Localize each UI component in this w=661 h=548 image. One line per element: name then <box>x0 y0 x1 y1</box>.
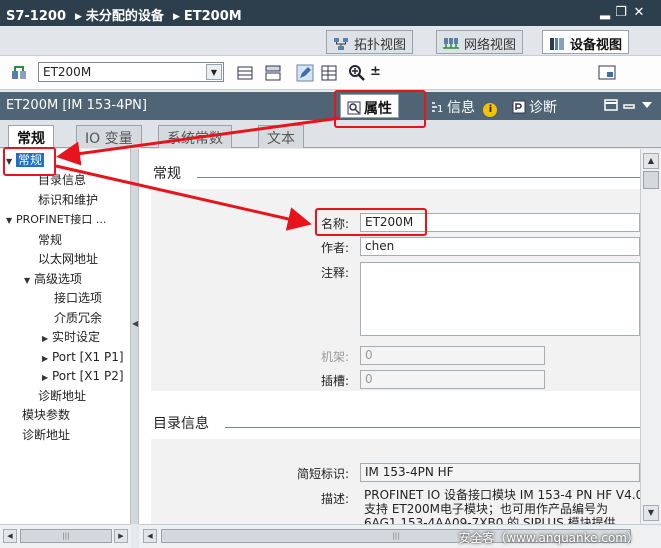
short-designation-label: 简短标识: <box>296 467 349 481</box>
table-icon[interactable] <box>320 64 338 82</box>
nav-item-port-x1-p2[interactable]: ▶ Port [X1 P2] <box>42 367 124 385</box>
comment-label: 注释: <box>320 266 349 280</box>
nav-item-identification[interactable]: 标识和维护 <box>38 191 98 209</box>
overview-icon[interactable] <box>598 64 616 82</box>
title-bar: S7-1200 ▶ 未分配的设备 ▶ ET200M ▂ ❐ ✕ <box>0 0 661 26</box>
chevron-down-icon[interactable] <box>640 98 654 112</box>
nav-item-media-redundancy[interactable]: 介质冗余 <box>54 309 102 327</box>
view-tabs-row: 拓扑视图 网络视图 设备视图 <box>0 26 661 56</box>
nav-item-profinet-general[interactable]: 常规 <box>38 231 62 249</box>
chevron-right-icon: ▶ <box>75 12 82 22</box>
zoom-dropdown[interactable]: ± <box>370 64 381 79</box>
breadcrumb: S7-1200 ▶ 未分配的设备 ▶ ET200M <box>6 5 246 24</box>
nav-item-port-x1-p1[interactable]: ▶ Port [X1 P1] <box>42 348 124 366</box>
scroll-up-icon[interactable]: ▲ <box>643 153 659 169</box>
nav-item-diagnostic-address-root[interactable]: 诊断地址 <box>22 426 70 444</box>
tab-topology-view[interactable]: 拓扑视图 <box>326 30 414 54</box>
tab-system-constants[interactable]: 系统常数 <box>158 125 232 148</box>
info-badge-icon: i <box>483 103 498 117</box>
nav-splitter[interactable]: ◀ <box>131 149 139 524</box>
scroll-down-icon[interactable]: ▼ <box>643 505 659 521</box>
slot-label: 插槽: <box>320 374 349 388</box>
rack-label: 机架: <box>320 350 349 364</box>
tab-network-view[interactable]: 网络视图 <box>436 30 524 54</box>
description-label: 描述: <box>320 492 349 506</box>
nav-tree: ▼ 常规 目录信息 标识和维护 ▼ PROFINET接口 ... 常规 以太网地址 … <box>0 149 131 524</box>
section-divider <box>225 427 640 428</box>
properties-content: 常规 名称: ET200M 作者: chen 注释: 机架: 0 插槽: 0 目… <box>139 149 640 524</box>
collapsed-icon: ▶ <box>42 354 49 363</box>
description-text: PROFINET IO 设备接口模块 IM 153-4 PN HF V4.0. … <box>364 488 640 524</box>
device-toolbar: ET200M ▼ ± <box>0 56 661 90</box>
zoom-icon[interactable] <box>348 64 366 82</box>
topology-view-icon <box>334 38 348 50</box>
section-general-heading: 常规 <box>153 166 181 182</box>
section-catalog-heading: 目录信息 <box>153 416 209 432</box>
watermark: 安全客（www.anquanke.com） <box>458 531 639 545</box>
tab-general[interactable]: 常规 <box>8 125 54 149</box>
tab-texts[interactable]: 文本 <box>258 125 304 148</box>
label-toggle-icon[interactable] <box>264 64 282 82</box>
chevron-down-icon[interactable]: ▼ <box>206 64 222 80</box>
breadcrumb-project[interactable]: S7-1200 <box>6 9 66 24</box>
diagnostics-icon <box>512 100 526 114</box>
nav-item-realtime-settings[interactable]: ▶ 实时设定 <box>42 328 100 346</box>
highlight-nav-general <box>3 147 56 176</box>
scroll-thumb[interactable]: ||| <box>20 529 112 543</box>
properties-title: ET200M [IM 153-4PN] <box>6 98 147 113</box>
properties-bar: ET200M [IM 153-4PN] 属性 1 信息 i 诊断 <box>0 92 661 120</box>
device-view-icon <box>550 38 564 50</box>
tab-device-view[interactable]: 设备视图 <box>542 30 630 54</box>
nav-item-ethernet-address[interactable]: 以太网地址 <box>38 250 98 268</box>
short-designation-field: IM 153-4PN HF <box>360 463 640 482</box>
author-field[interactable]: chen <box>360 237 640 256</box>
nav-item-advanced-options[interactable]: ▼ 高级选项 <box>24 270 82 288</box>
breadcrumb-unassigned-devices[interactable]: 未分配的设备 <box>86 9 164 24</box>
edit-icon[interactable] <box>296 64 314 82</box>
sub-tabs: 常规 IO 变量 系统常数 文本 <box>0 120 661 149</box>
close-icon[interactable]: ✕ <box>632 5 646 20</box>
vertical-scrollbar[interactable]: ▲ ▼ <box>640 149 661 524</box>
scroll-right-icon[interactable]: ▶ <box>114 529 128 543</box>
restore-icon[interactable]: ❐ <box>614 5 628 20</box>
comment-field[interactable] <box>360 262 640 336</box>
breadcrumb-device[interactable]: ET200M <box>184 9 242 24</box>
device-network-icon[interactable] <box>10 64 28 82</box>
nav-item-interface-options[interactable]: 接口选项 <box>54 289 102 307</box>
network-view-icon <box>443 38 459 49</box>
device-select[interactable]: ET200M ▼ <box>38 62 224 82</box>
scroll-left-icon[interactable]: ◀ <box>3 529 17 543</box>
collapsed-icon: ▶ <box>42 334 49 343</box>
scroll-thumb[interactable] <box>643 171 659 189</box>
minimize-icon[interactable]: ▂ <box>598 5 612 20</box>
nav-horizontal-scrollbar[interactable]: ◀ ||| ▶ <box>0 524 131 548</box>
rack-view-icon[interactable] <box>236 64 254 82</box>
svg-text:1: 1 <box>437 104 443 114</box>
scroll-left-icon[interactable]: ◀ <box>143 529 157 543</box>
highlight-name-field <box>315 208 427 236</box>
collapse-left-icon[interactable]: ◀ <box>132 319 138 328</box>
highlight-properties-tab <box>334 90 426 128</box>
nav-item-module-parameters[interactable]: 模块参数 <box>22 406 70 424</box>
nav-item-profinet-interface[interactable]: ▼ PROFINET接口 ... <box>6 211 106 229</box>
tab-io-tags[interactable]: IO 变量 <box>76 125 142 148</box>
chevron-right-icon: ▶ <box>172 12 180 22</box>
author-label: 作者: <box>320 241 349 255</box>
minimize-panel-icon[interactable] <box>622 98 636 112</box>
nav-item-diagnostic-address[interactable]: 诊断地址 <box>38 387 86 405</box>
tab-diagnostics[interactable]: 诊断 <box>506 94 563 118</box>
section-divider <box>197 177 640 178</box>
slot-field: 0 <box>360 370 545 389</box>
expanded-icon: ▼ <box>24 276 31 285</box>
expanded-icon: ▼ <box>6 216 13 225</box>
collapsed-icon: ▶ <box>42 373 49 382</box>
info-icon: 1 <box>432 102 443 114</box>
content-horizontal-scrollbar[interactable]: ◀ ||| 安全客（www.anquanke.com） <box>139 524 661 548</box>
tab-info[interactable]: 1 信息 i <box>424 94 503 118</box>
rack-field: 0 <box>360 346 545 365</box>
panel-layout-icon[interactable] <box>604 98 618 112</box>
